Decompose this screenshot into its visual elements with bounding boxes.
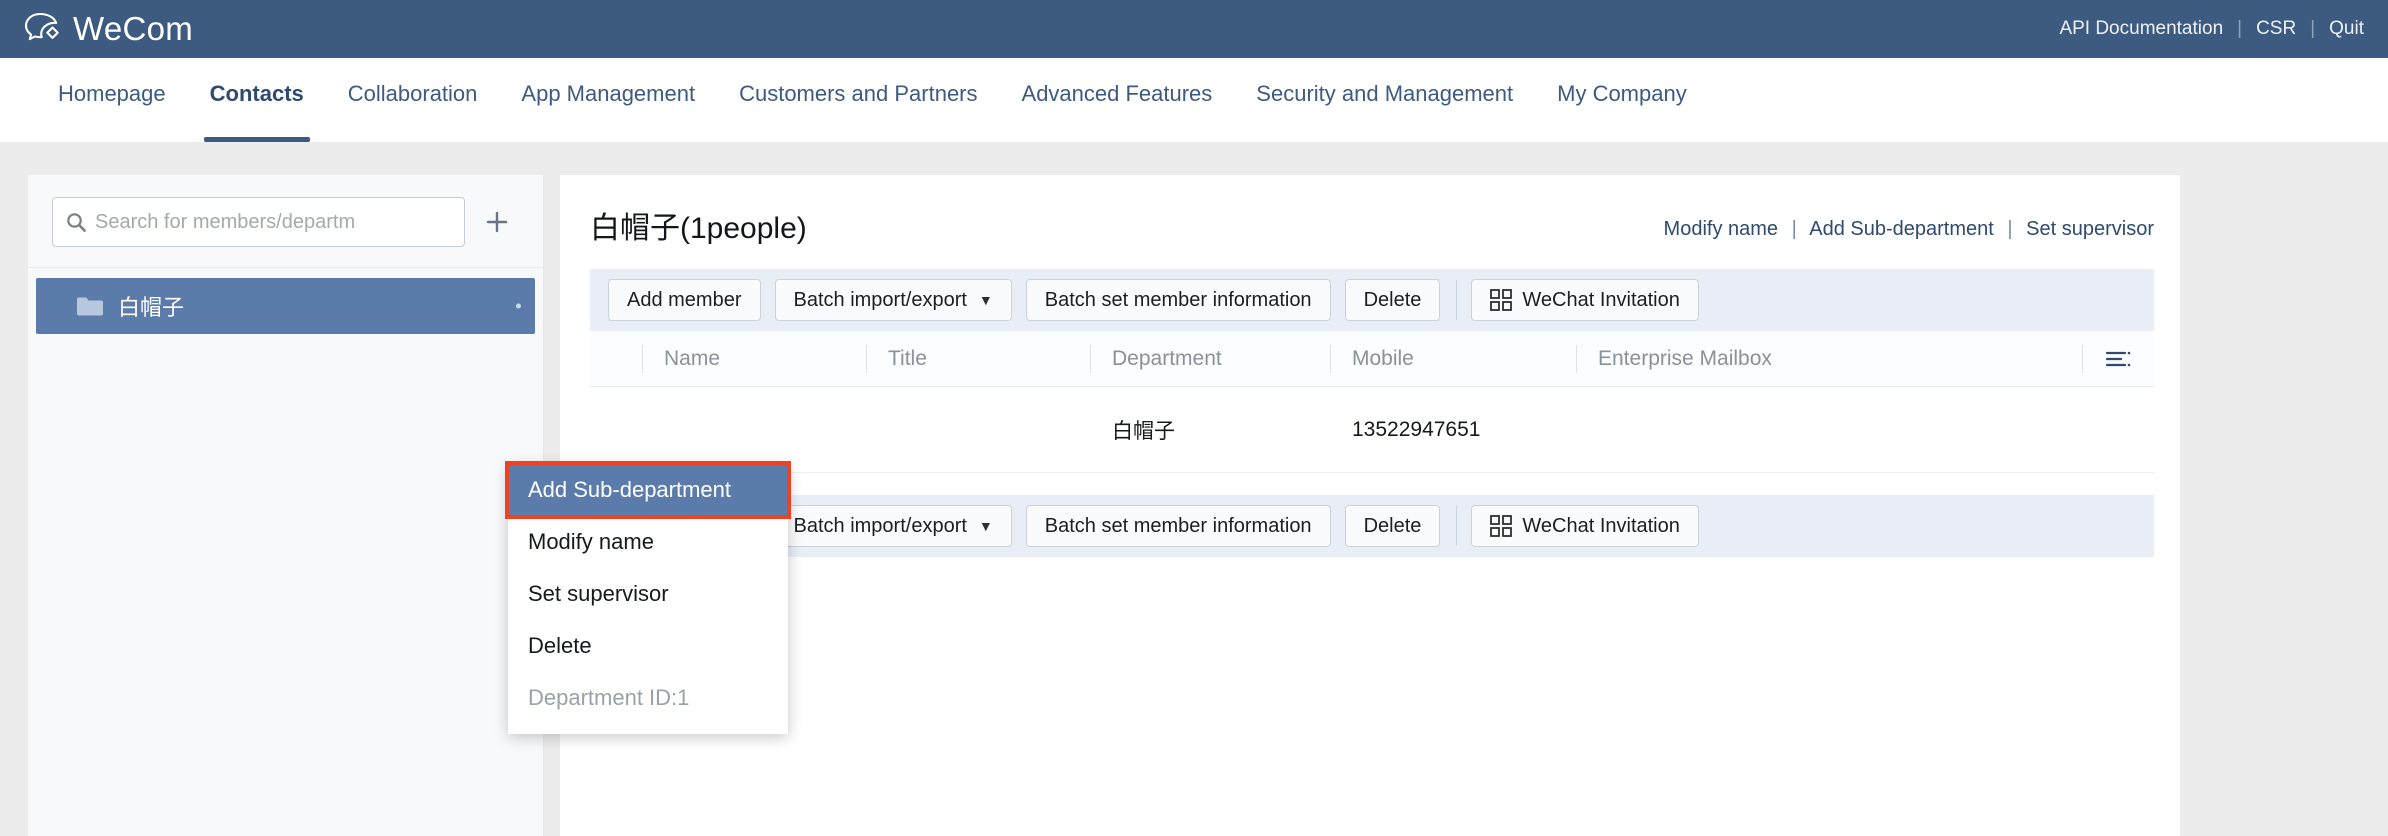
column-header-mobile[interactable]: Mobile [1330, 342, 1576, 376]
column-header-name[interactable]: Name [642, 342, 866, 376]
table-row[interactable]: 白帽子 13522947651 [590, 387, 2154, 473]
qr-code-icon-bottom [1490, 515, 1513, 537]
top-brand-bar: WeCom API Documentation | CSR | Quit [0, 0, 2388, 58]
select-all-checkbox-header[interactable] [590, 342, 642, 376]
nav-item-collaboration[interactable]: Collaboration [326, 58, 500, 142]
cell-mobile: 13522947651 [1352, 417, 1481, 441]
column-header-enterprise-mailbox[interactable]: Enterprise Mailbox [1576, 342, 1866, 376]
tree-node-baimaozi[interactable]: 白帽子 [36, 278, 535, 334]
search-icon [65, 211, 87, 233]
table-toolbar-bottom: Add member Batch import/export ▼ Batch s… [590, 495, 2154, 557]
api-documentation-link[interactable]: API Documentation [2059, 18, 2223, 40]
toolbar-divider-bottom [1456, 506, 1458, 546]
context-menu-item-delete[interactable]: Delete [508, 620, 788, 672]
sidebar-search-row [28, 175, 543, 267]
table-toolbar-top: Add member Batch import/export ▼ Batch s… [590, 269, 2154, 331]
tree-node-label: 白帽子 [118, 295, 185, 320]
add-sub-department-link[interactable]: Add Sub-department [1809, 218, 1994, 240]
context-menu-item-add-sub-department[interactable]: Add Sub-department [505, 461, 791, 519]
wechat-invitation-button-bottom[interactable]: WeChat Invitation [1471, 505, 1699, 547]
delete-button-top[interactable]: Delete [1344, 279, 1441, 321]
search-input[interactable] [95, 210, 452, 234]
department-detail-panel: 白帽子(1people) Modify name | Add Sub-depar… [560, 175, 2180, 836]
department-tree: 白帽子 [28, 268, 543, 334]
nav-item-customers-and-partners[interactable]: Customers and Partners [717, 58, 999, 142]
topbar-separator-1: | [2237, 18, 2243, 39]
topbar-links: API Documentation | CSR | Quit [2059, 18, 2364, 40]
quit-link[interactable]: Quit [2329, 18, 2364, 40]
column-settings-icon[interactable] [2105, 349, 2131, 369]
csr-link[interactable]: CSR [2256, 18, 2296, 40]
batch-import-export-label-bottom: Batch import/export [793, 514, 967, 537]
nav-item-advanced-features[interactable]: Advanced Features [1000, 58, 1235, 142]
nav-item-contacts[interactable]: Contacts [188, 58, 326, 142]
batch-set-member-information-button-top[interactable]: Batch set member information [1025, 279, 1331, 321]
batch-set-member-information-button-bottom[interactable]: Batch set member information [1025, 505, 1331, 547]
toolbar-divider-top [1456, 280, 1458, 320]
wechat-invitation-label: WeChat Invitation [1522, 288, 1680, 311]
head-link-separator-2: | [2007, 218, 2013, 240]
nav-item-homepage[interactable]: Homepage [36, 58, 188, 142]
context-menu-item-set-supervisor[interactable]: Set supervisor [508, 568, 788, 620]
add-member-button-top[interactable]: Add member [608, 279, 761, 321]
column-header-department[interactable]: Department [1090, 342, 1330, 376]
table-header-row: Name Title Department Mobile Enterprise … [590, 331, 2154, 387]
nav-item-security-and-management[interactable]: Security and Management [1234, 58, 1535, 142]
context-menu-item-department-id: Department ID:1 [528, 685, 690, 710]
chevron-down-icon: ▼ [978, 292, 993, 308]
wechat-invitation-button-top[interactable]: WeChat Invitation [1471, 279, 1699, 321]
member-table: Name Title Department Mobile Enterprise … [590, 331, 2154, 473]
wechat-invitation-label-bottom: WeChat Invitation [1522, 514, 1680, 537]
main-navigation: Homepage Contacts Collaboration App Mana… [0, 58, 2388, 142]
column-settings-cell[interactable] [2082, 342, 2154, 376]
folder-icon [76, 295, 104, 317]
delete-button-bottom[interactable]: Delete [1344, 505, 1441, 547]
cell-department: 白帽子 [1112, 419, 1175, 443]
column-header-title[interactable]: Title [866, 342, 1090, 376]
batch-import-export-button-top[interactable]: Batch import/export ▼ [774, 279, 1012, 321]
modify-name-link[interactable]: Modify name [1664, 218, 1779, 240]
department-header: 白帽子(1people) Modify name | Add Sub-depar… [560, 175, 2180, 247]
page-body: 白帽子 白帽子(1people) Modify name | Add Sub-d… [0, 142, 2388, 836]
head-link-separator-1: | [1791, 218, 1797, 240]
wecom-logo-icon [22, 8, 64, 50]
context-menu-item-modify-name[interactable]: Modify name [508, 516, 788, 568]
page-title: 白帽子(1people) [590, 212, 807, 245]
batch-import-export-button-bottom[interactable]: Batch import/export ▼ [774, 505, 1012, 547]
topbar-separator-2: | [2310, 18, 2316, 39]
plus-icon[interactable] [475, 200, 519, 244]
brand-name: WeCom [73, 10, 194, 47]
chevron-down-icon-bottom: ▼ [978, 518, 993, 534]
nav-item-app-management[interactable]: App Management [499, 58, 717, 142]
department-context-menu: Add Sub-department Modify name Set super… [505, 461, 791, 734]
nav-item-my-company[interactable]: My Company [1535, 58, 1709, 142]
department-sidebar: 白帽子 [28, 175, 544, 836]
brand[interactable]: WeCom [22, 8, 193, 50]
set-supervisor-link[interactable]: Set supervisor [2026, 218, 2154, 240]
tree-node-more-icon[interactable] [516, 303, 521, 309]
department-actions: Modify name | Add Sub-department | Set s… [1664, 218, 2154, 247]
qr-code-icon [1490, 289, 1513, 311]
search-box[interactable] [52, 197, 465, 247]
batch-import-export-label: Batch import/export [793, 288, 967, 311]
